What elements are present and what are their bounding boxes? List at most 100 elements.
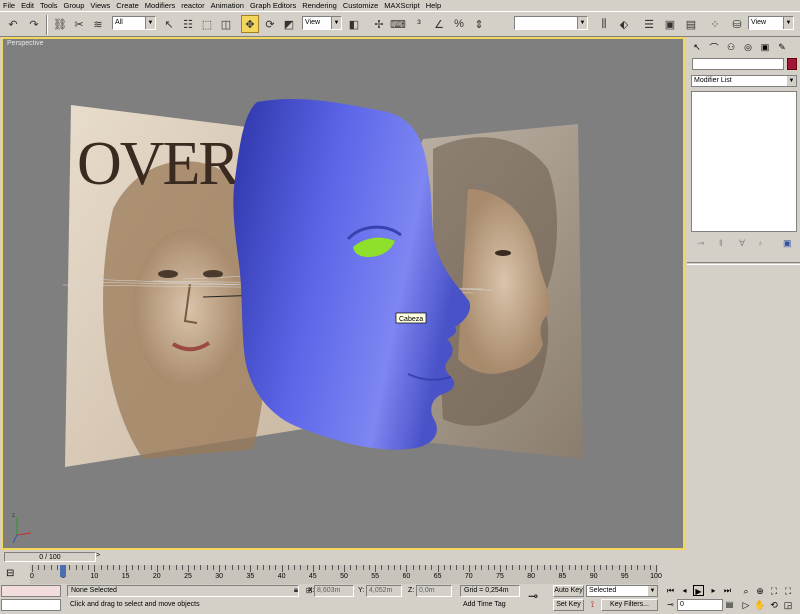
angle-snap-icon[interactable]: ∠ — [430, 15, 448, 33]
menu-item-tools[interactable]: Tools — [40, 1, 58, 10]
select-and-link-icon[interactable]: ⛓ — [51, 15, 69, 33]
play-icon[interactable]: ▶ — [693, 585, 704, 596]
maximize-viewport-icon[interactable]: ◲ — [782, 599, 794, 611]
select-by-name-icon[interactable]: ☷ — [179, 15, 197, 33]
motion-tab-icon[interactable]: ◎ — [741, 40, 755, 54]
time-configuration-icon[interactable]: ▤ — [724, 599, 735, 610]
display-tab-icon[interactable]: ▣ — [758, 40, 772, 54]
configure-modifier-sets-icon[interactable]: ▣ — [783, 238, 792, 249]
menu-item-animation[interactable]: Animation — [211, 1, 244, 10]
reference-coordinate-dropdown[interactable]: View ▼ — [302, 16, 342, 30]
keyboard-shortcut-override-icon[interactable]: ⌨ — [389, 15, 407, 33]
time-slider-thumb[interactable]: 0 / 100 — [4, 552, 96, 562]
add-time-tag-button[interactable]: Add Time Tag — [460, 599, 520, 611]
arc-rotate-icon[interactable]: ⟲ — [768, 599, 780, 611]
named-selection-sets-dropdown[interactable]: ▼ — [514, 16, 588, 30]
hierarchy-tab-icon[interactable]: ⚇ — [724, 40, 738, 54]
make-unique-icon[interactable]: ∀ — [739, 238, 745, 249]
zoom-all-icon[interactable]: ⊕ — [754, 585, 766, 597]
select-object-icon[interactable]: ↖ — [160, 15, 178, 33]
pan-icon[interactable]: ✋ — [754, 599, 766, 611]
pin-stack-icon[interactable]: ⊸ — [697, 238, 705, 249]
render-scene-icon[interactable]: ⛁ — [728, 15, 746, 33]
zoom-extents-icon[interactable]: ⛶ — [768, 585, 780, 597]
time-slider-next-arrow[interactable]: > — [96, 552, 100, 559]
y-coordinate-field[interactable]: 4,052m — [366, 585, 402, 597]
zoom-extents-all-icon[interactable]: ⛶ — [782, 585, 794, 597]
utilities-tab-icon[interactable]: ✎ — [775, 40, 789, 54]
track-tick — [406, 565, 408, 572]
select-and-rotate-icon[interactable]: ⟳ — [261, 15, 279, 33]
percent-snap-icon[interactable]: % — [450, 15, 468, 33]
object-color-swatch[interactable] — [787, 58, 797, 70]
modifier-list-dropdown[interactable]: Modifier List ▼ — [691, 75, 797, 87]
menu-item-modifiers[interactable]: Modifiers — [145, 1, 175, 10]
go-to-end-icon[interactable]: ⏭ — [722, 585, 733, 596]
key-selection-dropdown[interactable]: Selected ▼ — [586, 585, 658, 597]
bind-to-spacewarp-icon[interactable]: ≋ — [89, 15, 107, 33]
select-and-move-icon[interactable]: ✥ — [241, 15, 259, 33]
menu-item-views[interactable]: Views — [90, 1, 110, 10]
select-and-manipulate-icon[interactable]: ✢ — [370, 15, 388, 33]
track-ruler[interactable]: 0510152025303540455055606570758085909510… — [30, 565, 662, 584]
selection-filter-dropdown[interactable]: All ▼ — [112, 16, 156, 30]
menu-item-file[interactable]: File — [3, 1, 15, 10]
spinner-snap-icon[interactable]: ⇕ — [470, 15, 488, 33]
key-filters-button[interactable]: Key Filters... — [601, 599, 658, 611]
material-editor-icon[interactable]: ⁘ — [706, 15, 724, 33]
menu-item-edit[interactable]: Edit — [21, 1, 34, 10]
layer-manager-icon[interactable]: ☰ — [640, 15, 658, 33]
menu-item-create[interactable]: Create — [116, 1, 139, 10]
menu-item-help[interactable]: Help — [426, 1, 441, 10]
show-end-result-icon[interactable]: ‖ — [719, 238, 723, 248]
snaps-toggle-icon[interactable]: ³ — [410, 15, 428, 33]
z-coordinate-field[interactable]: 0,0m — [416, 585, 452, 597]
menu-item-reactor[interactable]: reactor — [181, 1, 204, 10]
current-frame-field[interactable]: 0 — [677, 599, 723, 611]
modifier-stack[interactable] — [691, 91, 797, 232]
menu-item-rendering[interactable]: Rendering — [302, 1, 337, 10]
unlink-icon[interactable]: ✂ — [70, 15, 88, 33]
menu-item-maxscript[interactable]: MAXScript — [384, 1, 419, 10]
curve-editor-icon[interactable]: ▣ — [661, 15, 679, 33]
prompt-line: Click and drag to select and move object… — [70, 601, 200, 608]
object-name-field[interactable] — [692, 58, 784, 70]
key-mode-toggle-icon[interactable]: ⊸ — [665, 599, 676, 610]
key-mode-icon[interactable]: ⊸ — [528, 589, 538, 603]
menu-item-customize[interactable]: Customize — [343, 1, 378, 10]
zoom-icon[interactable]: ⌕ — [740, 585, 752, 597]
mini-curve-editor-icon[interactable]: ⊟ — [6, 568, 22, 580]
set-key-icon[interactable]: ⟟ — [586, 598, 599, 611]
time-slider[interactable]: 0 / 100 > — [0, 550, 687, 564]
field-of-view-icon[interactable]: ▷ — [740, 599, 752, 611]
menu-item-graph-editors[interactable]: Graph Editors — [250, 1, 296, 10]
lock-selection-icon[interactable]: 🔒︎ — [290, 584, 302, 596]
viewport-label[interactable]: Perspective — [7, 40, 44, 47]
menu-item-group[interactable]: Group — [64, 1, 85, 10]
render-type-dropdown[interactable]: View ▼ — [748, 16, 794, 30]
rectangular-selection-icon[interactable]: ⬚ — [198, 15, 216, 33]
maxscript-listener-input[interactable] — [1, 599, 61, 611]
maxscript-listener-output[interactable] — [1, 585, 61, 597]
remove-modifier-icon[interactable]: ♁ — [757, 238, 764, 248]
pivot-center-icon[interactable]: ◧ — [345, 15, 363, 33]
auto-key-button[interactable]: Auto Key — [553, 585, 584, 597]
current-frame-marker[interactable] — [60, 565, 66, 577]
create-tab-icon[interactable]: ↖ — [690, 40, 704, 54]
chevron-down-icon: ▼ — [783, 17, 793, 29]
window-crossing-icon[interactable]: ◫ — [217, 15, 235, 33]
track-tick — [643, 565, 645, 570]
mirror-icon[interactable]: ⫼ — [595, 15, 613, 33]
set-key-button[interactable]: Set Key — [553, 599, 584, 611]
next-frame-icon[interactable]: ▸ — [708, 585, 719, 596]
undo-icon[interactable]: ↶ — [4, 15, 22, 33]
redo-icon[interactable]: ↷ — [25, 15, 43, 33]
align-icon[interactable]: ⬖ — [615, 15, 633, 33]
modify-tab-icon[interactable]: ⌒ — [707, 40, 721, 54]
select-and-scale-icon[interactable]: ◩ — [280, 15, 298, 33]
perspective-viewport[interactable]: Perspective OVER Cabeza z — [1, 37, 685, 550]
previous-frame-icon[interactable]: ◂ — [679, 585, 690, 596]
go-to-start-icon[interactable]: ⏮ — [665, 585, 676, 596]
x-coordinate-field[interactable]: 8,603m — [314, 585, 354, 597]
schematic-view-icon[interactable]: ▤ — [682, 15, 700, 33]
